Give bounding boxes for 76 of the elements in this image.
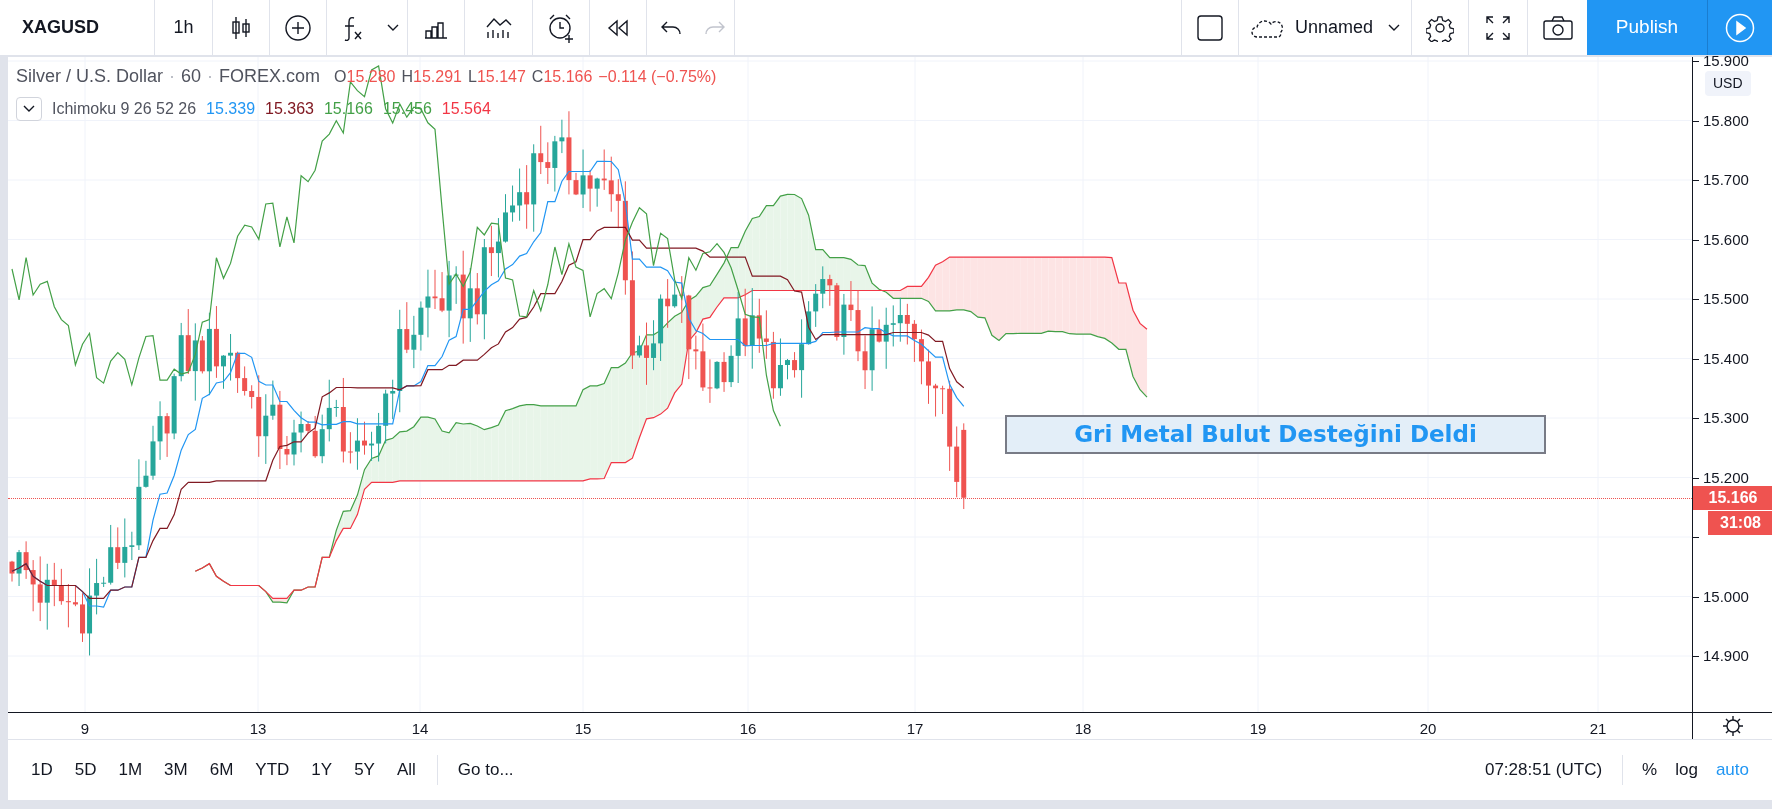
scale-toggle[interactable]: %	[1633, 753, 1667, 787]
range-button[interactable]: 1M	[109, 753, 152, 787]
date-tick-label: 13	[249, 719, 267, 739]
price-tick-label: 15.200	[1703, 469, 1749, 485]
ohlc-label: C	[531, 67, 544, 87]
price-tick-label: 15.600	[1703, 231, 1749, 247]
range-button[interactable]: 1D	[22, 753, 62, 787]
date-tick-label: 9	[80, 719, 90, 739]
caret-icon	[1388, 23, 1400, 32]
annotation-label: Gri Metal Bulut Desteğini Deldi	[1005, 415, 1546, 454]
last-price-label: 15.166	[1693, 485, 1772, 510]
camera-icon	[1542, 15, 1573, 40]
fullscreen-icon	[1485, 14, 1511, 41]
date-tick-label: 14	[411, 719, 429, 739]
price-tick-label: 15.000	[1703, 588, 1749, 604]
ohlc-label: H	[401, 67, 414, 87]
price-tick-label: 15.700	[1703, 172, 1749, 187]
interval-label: 60	[181, 65, 202, 88]
range-button[interactable]: 3M	[155, 753, 197, 787]
price-tick-label: 15.500	[1703, 291, 1749, 306]
axis-settings-button[interactable]	[1721, 715, 1744, 737]
replay-play-button[interactable]	[1708, 0, 1772, 55]
ohlc-value: 15.166	[543, 67, 593, 87]
collapse-button[interactable]	[16, 97, 42, 121]
price-tick-label: 15.800	[1703, 112, 1749, 128]
rewind-icon	[606, 17, 630, 38]
range-button[interactable]: 5Y	[345, 753, 384, 787]
date-tick-label: 15	[574, 719, 592, 739]
scale-toggle[interactable]: log	[1666, 753, 1707, 787]
range-button[interactable]: YTD	[246, 753, 299, 787]
undo-arrow-icon	[660, 19, 682, 36]
redo-arrow-icon	[703, 19, 726, 36]
goto-button[interactable]: Go to...	[449, 753, 522, 787]
symbol-button[interactable]: XAGUSD	[0, 0, 155, 55]
layout-name-button[interactable]: Unnamed	[1238, 0, 1377, 55]
exchange-label: FOREX.com	[219, 65, 321, 88]
date-tick-label: 16	[739, 719, 757, 739]
price-tick-label: 15.400	[1703, 350, 1749, 366]
price-tick-label: 15.900	[1703, 53, 1749, 68]
price-change: −0.114 (−0.75%)	[598, 67, 717, 87]
currency-badge: USD	[1705, 71, 1751, 96]
ohlc-label: L	[468, 67, 477, 87]
range-button[interactable]: 6M	[200, 753, 243, 787]
settings-icon	[1721, 715, 1744, 737]
separator-dot: ·	[169, 65, 176, 88]
plus-circle-icon	[284, 13, 312, 42]
date-tick-label: 21	[1589, 719, 1607, 739]
date-tick-label: 18	[1074, 719, 1092, 739]
indicator-value: 15.564	[441, 99, 491, 119]
chevron-down-icon	[23, 105, 35, 113]
price-tick-label: 14.900	[1703, 648, 1749, 663]
ohlc-value: 15.147	[476, 67, 526, 87]
date-tick-label: 17	[906, 719, 924, 739]
ohlc-value: 15.291	[413, 67, 462, 87]
countdown-label: 31:08	[1708, 510, 1772, 535]
separator-dot: ·	[207, 65, 214, 88]
ohlc-label: O	[334, 67, 347, 87]
range-button[interactable]: All	[387, 753, 425, 787]
indicator-value: 15.363	[265, 99, 314, 119]
caret-icon	[387, 23, 399, 32]
indicator-name: Ichimoku 9 26 52 26	[52, 99, 197, 119]
range-button[interactable]: 5D	[65, 753, 106, 787]
square-icon	[1196, 14, 1223, 41]
alarm-clock-icon	[546, 12, 576, 43]
date-tick-label: 20	[1419, 719, 1437, 739]
date-tick-label: 19	[1249, 719, 1267, 739]
play-circle-icon	[1725, 12, 1755, 43]
candlestick-icon	[230, 14, 252, 41]
symbol-title: Silver / U.S. Dollar	[16, 65, 164, 88]
indicator-value: 15.339	[206, 99, 256, 119]
line-bars-icon	[484, 15, 513, 40]
clock-label: 07:28:51 (UTC)	[1484, 759, 1603, 782]
settings-icon	[1426, 13, 1454, 42]
price-tick-label: 15.300	[1703, 410, 1749, 425]
interval-button[interactable]: 1h	[155, 0, 213, 55]
range-button[interactable]: 1Y	[302, 753, 342, 787]
